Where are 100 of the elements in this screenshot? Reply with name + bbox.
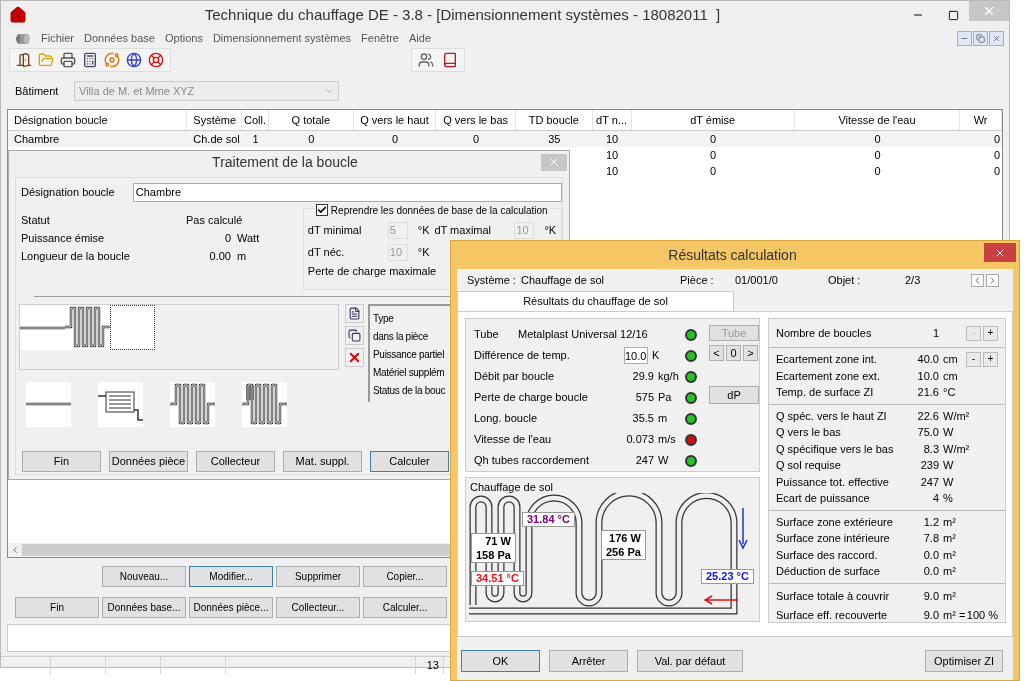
check-value: 0.073 (625, 432, 654, 448)
info-unit: m (237, 249, 247, 262)
table-cell-text: 35 (548, 131, 561, 147)
load-label: 176 W 256 Pa (601, 530, 646, 560)
unit-label: °K (417, 244, 430, 260)
info-value: Pas calculé (186, 213, 243, 226)
unit-label: °K (544, 222, 557, 238)
table-cell-text: 10 (605, 163, 619, 179)
figure-unit: m² = (943, 607, 966, 623)
check-label: Qh tubes raccordement (474, 453, 590, 469)
property-label: Puissance partiel (373, 348, 445, 361)
figure-unit: °C (943, 385, 956, 400)
dialog-title: Traitement de la boucle (211, 152, 359, 172)
figure-label: Temp. de surface ZI (776, 385, 875, 400)
check-value: 35.5 (631, 411, 654, 427)
check-unit: W (658, 453, 669, 469)
group-title: Chauffage de sol (470, 480, 553, 495)
check-value: Metalplast Universal 12/16 (518, 327, 648, 343)
figure-unit: % (943, 491, 953, 506)
figure-value: 75.0 (916, 425, 939, 440)
table-cell-text: 0 (993, 163, 1000, 179)
table-cell-text: Ch.de sol (193, 131, 240, 147)
figure-label: Surface zone intérieure (776, 531, 891, 546)
check-label: Différence de temp. (474, 348, 571, 364)
check-value: 29.9 (631, 369, 654, 385)
figure-label: Ecartement zone int. (776, 352, 878, 367)
figure-label: Q vers le bas (776, 425, 842, 440)
figure-value: 0.0 (922, 564, 939, 579)
table-cell-text: 0 (874, 147, 881, 163)
check-label: Vitesse de l'eau (474, 432, 553, 448)
figure-unit: cm (943, 368, 958, 384)
figure-value: 21.6 (916, 385, 939, 400)
figure-value: 22.6 (916, 408, 939, 424)
field-label: Bâtiment (15, 83, 60, 99)
info-value: 0.00 (208, 249, 231, 262)
field-value: 01/001/0 (735, 272, 779, 288)
figure-value: 10.0 (916, 368, 939, 384)
figure-unit: W (943, 458, 954, 473)
field-value: 2/3 (905, 272, 922, 288)
note-text: Perte de charge maximale (307, 264, 437, 279)
info-label: Statut (21, 213, 51, 226)
check-unit: m/s (658, 432, 676, 448)
table-cell-text: 0 (473, 131, 480, 147)
figure-unit: m² (943, 564, 956, 579)
figure-label: Ecartement zone ext. (776, 368, 881, 384)
info-value: 0 (223, 231, 231, 244)
check-label: Débit par boucle (474, 369, 556, 385)
figure-unit: m² (943, 514, 956, 530)
field-label: dT maximal (434, 222, 493, 238)
check-label: Long. boucle (474, 411, 538, 427)
property-label: dans la pièce (373, 330, 429, 343)
figure-value: 1 (931, 325, 939, 341)
figure-unit: m² (943, 588, 956, 604)
check-label: Tube (474, 327, 500, 343)
figure-value: 40.0 (916, 352, 939, 367)
figure-unit: m² (943, 531, 956, 546)
window-title: Technique du chauffage DE - 3.8 - [Dimensionnement systèmes - 18082011 ] (203, 4, 722, 25)
check-unit: K (652, 348, 660, 364)
figure-unit: W/m² (943, 441, 970, 457)
figure-value: 0.0 (922, 547, 939, 563)
table-cell-text: 10 (605, 131, 619, 147)
table-cell-text: 0 (710, 131, 717, 147)
table-cell-text: 0 (874, 163, 881, 179)
figure-value: 8.3 (922, 441, 939, 457)
table-cell-text: 0 (391, 131, 399, 147)
table-cell-text: 10 (605, 147, 619, 163)
figure-label: Q spéc. vers le haut ZI (776, 408, 888, 424)
info-label: Puissance émise (21, 231, 106, 244)
figure-value: 239 (919, 458, 939, 473)
property-label: Type (373, 312, 394, 325)
check-unit: Pa (658, 390, 672, 406)
status-count: 13 (426, 658, 439, 674)
figure-unit: W (943, 425, 954, 440)
figure-label: Nombre de boucles (776, 325, 873, 341)
checkbox-label: Reprendre les données de base de la calculation (330, 203, 548, 218)
property-label: Matériel supplém (373, 366, 445, 379)
figure-value: 247 (919, 474, 939, 490)
temperature-label: 31.84 °C (522, 512, 575, 527)
field-value: Chauffage de sol (521, 272, 605, 288)
figure-value: 9.0 (922, 588, 939, 604)
figure-label: Q spécifique vers le bas (776, 441, 895, 457)
check-unit: kg/h (658, 369, 679, 385)
figure-label: Surface zone extérieure (776, 514, 894, 530)
figure-unit: m² (943, 547, 956, 563)
check-label: Perte de charge boucle (474, 390, 589, 406)
figure-label: Q sol requise (776, 458, 842, 473)
temperature-label: 34.51 °C (471, 571, 524, 586)
figure-label: Puissance tot. effective (776, 474, 890, 490)
table-cell-text: 0 (993, 147, 1000, 163)
check-unit: m (658, 411, 668, 427)
property-label: Status de la bouc (373, 384, 446, 397)
figure-label: Ecart de puissance (776, 491, 871, 506)
field-label: Système : (467, 272, 517, 288)
figure-label: Déduction de surface (776, 564, 881, 579)
figure-value: 1.2 (922, 514, 939, 530)
field-label: Désignation boucle (21, 184, 116, 200)
dialog-title: Résultats calculation (667, 245, 798, 265)
figure-unit: cm (943, 352, 958, 367)
table-cell-text: 0 (710, 163, 717, 179)
field-label: Objet : (828, 272, 862, 288)
